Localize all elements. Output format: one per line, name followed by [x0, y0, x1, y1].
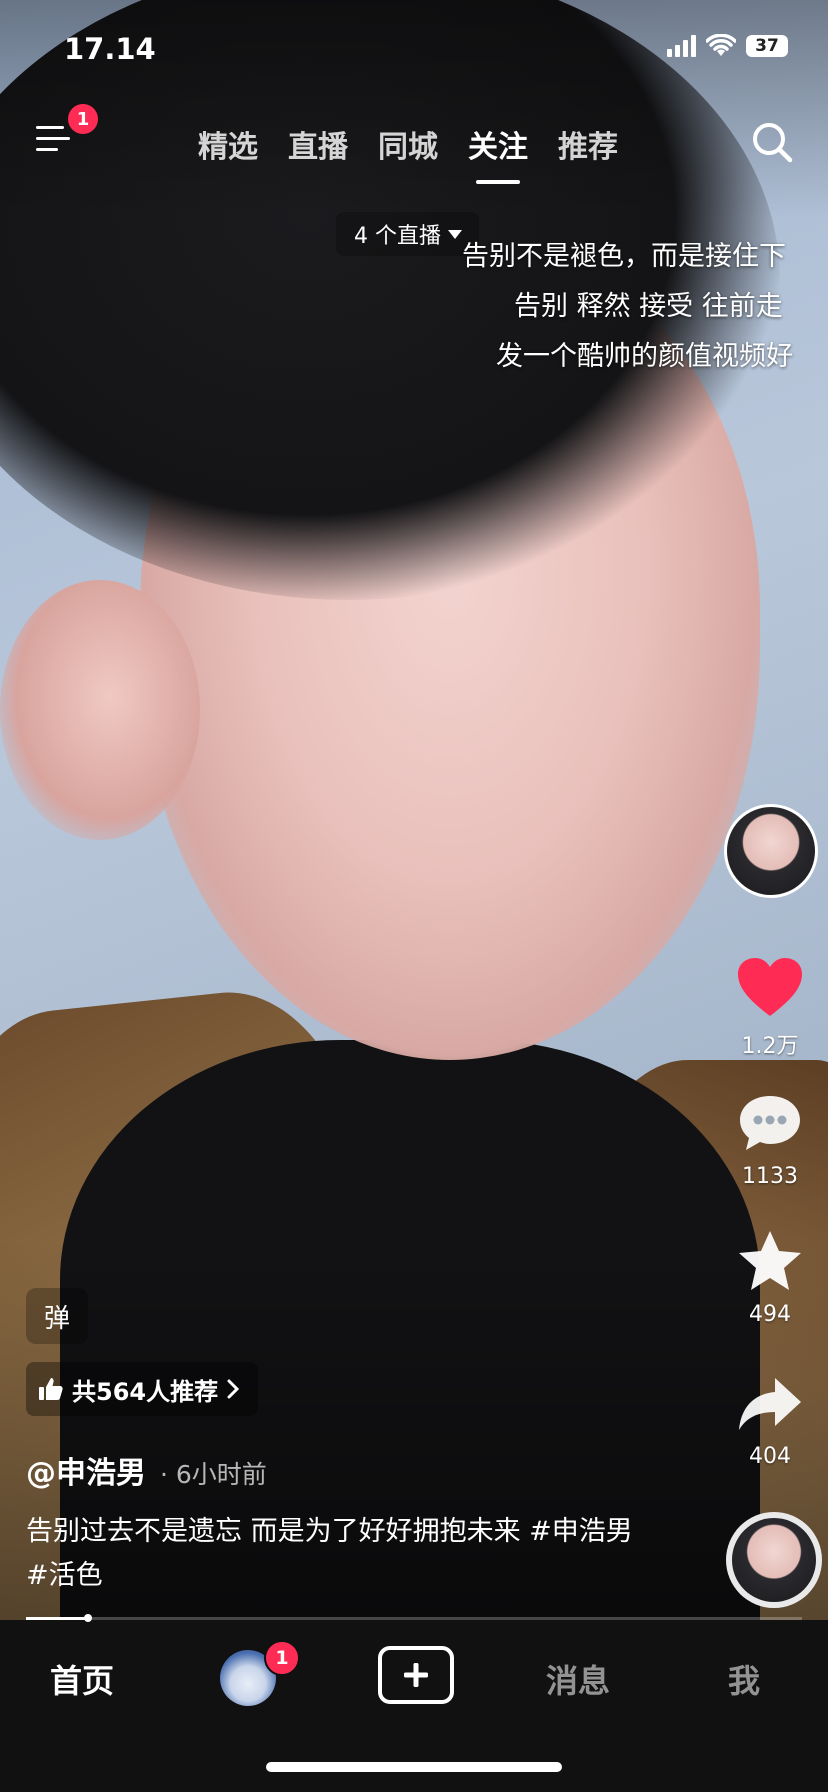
- heart-icon: [738, 958, 802, 1016]
- signal-icon: [667, 35, 696, 57]
- author-row: @申浩男 · 6小时前: [26, 1448, 267, 1492]
- star-icon: [739, 1231, 801, 1290]
- video-caption[interactable]: 告别过去不是遗忘 而是为了好好拥抱未来 #申浩男 #活色: [26, 1510, 646, 1598]
- danmaku-comment: 告别 释然 接受 往前走: [514, 291, 783, 322]
- danmaku-comment: 告别不是褪色，而是接住下: [462, 241, 786, 272]
- recommend-label: 共564人推荐: [72, 1377, 219, 1406]
- progress-handle[interactable]: [84, 1614, 93, 1622]
- favorite-button[interactable]: 494: [710, 1228, 828, 1327]
- video-progress-bar[interactable]: [26, 1614, 802, 1622]
- author-name[interactable]: @申浩男: [26, 1448, 146, 1492]
- recommend-pill[interactable]: 共564人推荐: [26, 1362, 259, 1416]
- favorite-count: 494: [749, 1302, 791, 1327]
- music-disc-avatar[interactable]: [726, 1512, 822, 1608]
- plus-icon: [404, 1663, 428, 1687]
- status-icons: 37: [667, 34, 788, 58]
- caret-down-icon: [448, 230, 462, 239]
- post-time: · 6小时前: [160, 1460, 267, 1489]
- tab-recommended[interactable]: 推荐: [558, 122, 618, 166]
- comment-icon: [740, 1096, 800, 1150]
- create-button[interactable]: [378, 1646, 454, 1704]
- home-indicator: [266, 1762, 562, 1772]
- search-icon[interactable]: [748, 118, 796, 166]
- like-count: 1.2万: [741, 1034, 799, 1059]
- live-count-label: 4 个直播: [354, 224, 441, 249]
- tab-live[interactable]: 直播: [288, 122, 348, 166]
- wifi-icon: [706, 34, 736, 56]
- comment-button[interactable]: 1133: [710, 1092, 828, 1189]
- tab-following[interactable]: 关注: [468, 122, 528, 184]
- thumbs-up-icon: [39, 1378, 63, 1400]
- nav-messages[interactable]: 消息: [546, 1656, 610, 1702]
- nav-me[interactable]: 我: [728, 1656, 760, 1702]
- danmaku-comment: 发一个酷帅的颜值视频好: [496, 341, 793, 372]
- nav-home[interactable]: 首页: [50, 1656, 114, 1702]
- tab-featured[interactable]: 精选: [198, 122, 258, 166]
- creator-avatar[interactable]: [724, 804, 818, 898]
- share-icon: [739, 1378, 801, 1430]
- friends-badge: 1: [264, 1640, 300, 1676]
- video-ear: [0, 580, 200, 840]
- tab-local[interactable]: 同城: [378, 122, 438, 166]
- menu-badge: 1: [68, 104, 98, 134]
- status-time: 17.14: [64, 32, 156, 66]
- top-tabs: 精选 直播 同城 关注 推荐: [198, 122, 648, 184]
- chevron-right-icon: [227, 1379, 240, 1399]
- share-button[interactable]: 404: [710, 1374, 828, 1469]
- progress-fill: [26, 1617, 89, 1620]
- live-count-pill[interactable]: 4 个直播: [336, 212, 479, 256]
- share-count: 404: [749, 1444, 791, 1469]
- like-button[interactable]: 1.2万: [710, 956, 828, 1060]
- battery-icon: 37: [746, 35, 788, 57]
- comment-count: 1133: [742, 1164, 798, 1189]
- danmaku-toggle[interactable]: 弹: [26, 1288, 88, 1344]
